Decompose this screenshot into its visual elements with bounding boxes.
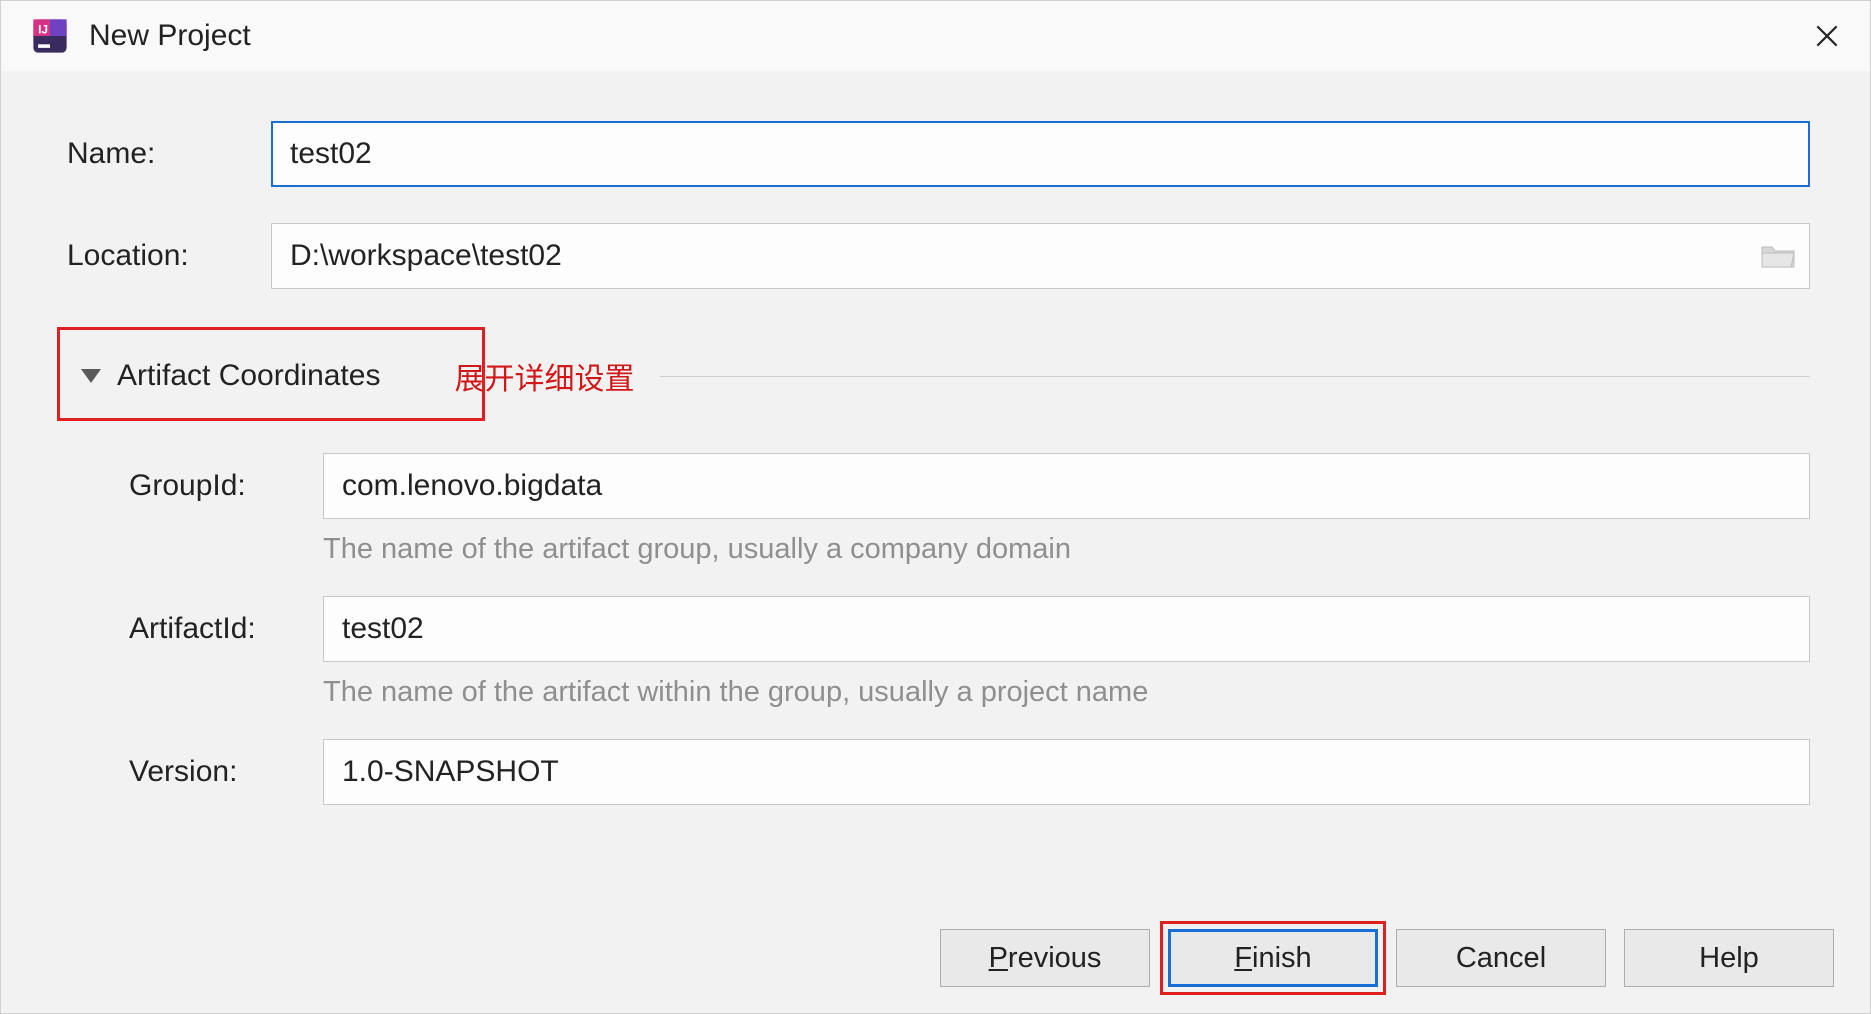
artifactid-input[interactable] <box>323 596 1810 662</box>
artifact-coordinates-toggle[interactable]: Artifact Coordinates <box>61 349 396 403</box>
svg-text:IJ: IJ <box>38 23 48 37</box>
annotation-text: 展开详细设置 <box>454 354 634 398</box>
folder-icon <box>1760 241 1796 271</box>
browse-folder-button[interactable] <box>1760 241 1796 271</box>
close-icon <box>1816 25 1838 47</box>
groupid-hint: The name of the artifact group, usually … <box>323 533 1810 566</box>
cancel-button[interactable]: Cancel <box>1396 929 1606 987</box>
artifact-fields: GroupId: The name of the artifact group,… <box>61 453 1810 805</box>
groupid-input[interactable] <box>323 453 1810 519</box>
groupid-label: GroupId: <box>123 469 323 503</box>
separator <box>660 376 1810 377</box>
version-input[interactable] <box>323 739 1810 805</box>
location-label: Location: <box>61 239 271 273</box>
name-row: Name: <box>61 121 1810 187</box>
artifactid-label: ArtifactId: <box>123 612 323 646</box>
version-row: Version: <box>123 739 1810 805</box>
title-bar: IJ New Project <box>1 1 1870 71</box>
chevron-down-icon <box>81 369 101 383</box>
name-label: Name: <box>61 137 271 171</box>
groupid-row: GroupId: <box>123 453 1810 519</box>
location-row: Location: <box>61 223 1810 289</box>
new-project-dialog: IJ New Project Name: Location: <box>0 0 1871 1014</box>
window-title: New Project <box>89 19 1804 53</box>
close-button[interactable] <box>1804 13 1850 59</box>
name-input[interactable] <box>271 121 1810 187</box>
location-input[interactable] <box>271 223 1810 289</box>
finish-button[interactable]: Finish <box>1168 929 1378 987</box>
artifactid-row: ArtifactId: <box>123 596 1810 662</box>
button-bar: Previous Finish Cancel Help <box>940 929 1834 987</box>
help-button[interactable]: Help <box>1624 929 1834 987</box>
artifact-coordinates-header: Artifact Coordinates 展开详细设置 <box>61 349 1810 403</box>
artifactid-hint: The name of the artifact within the grou… <box>323 676 1810 709</box>
version-label: Version: <box>123 755 323 789</box>
previous-button[interactable]: Previous <box>940 929 1150 987</box>
intellij-icon: IJ <box>31 17 69 55</box>
artifact-coordinates-title: Artifact Coordinates <box>117 359 380 393</box>
dialog-content: Name: Location: Art <box>1 71 1870 1013</box>
